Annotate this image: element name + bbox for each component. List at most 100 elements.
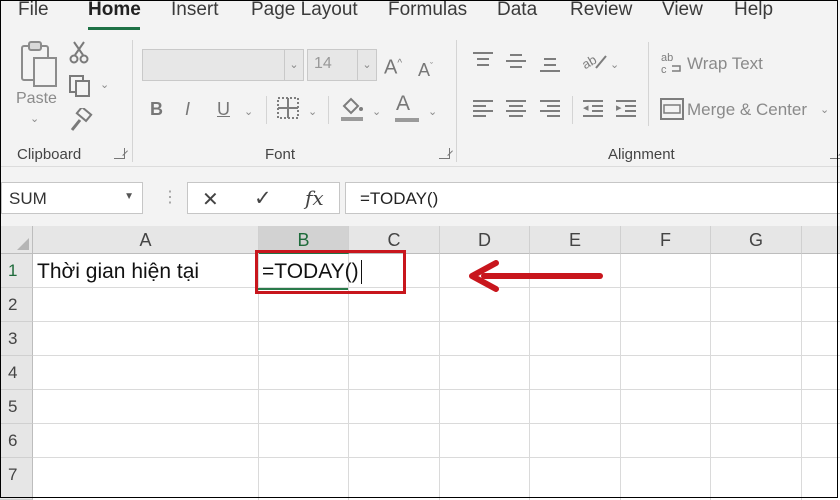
gridline xyxy=(620,254,621,500)
alignment-launcher-icon[interactable] xyxy=(830,148,840,159)
name-box[interactable]: SUM ▼ xyxy=(1,182,143,214)
formula-text: =TODAY() xyxy=(360,189,439,208)
select-all-button[interactable] xyxy=(0,226,33,254)
tab-formulas[interactable]: Formulas xyxy=(388,0,467,21)
row-header-6[interactable]: 6 xyxy=(0,424,33,458)
merge-center-label: Merge & Center xyxy=(687,100,807,119)
borders-dropdown-icon[interactable]: ⌄ xyxy=(308,105,317,118)
shrink-font-icon[interactable]: Aˇ xyxy=(418,56,433,80)
active-tab-indicator xyxy=(88,27,140,30)
gridline xyxy=(33,321,840,322)
alignment-group-label: Alignment xyxy=(608,146,675,163)
column-header-g[interactable]: G xyxy=(711,226,802,254)
row-header-1[interactable]: 1 xyxy=(0,254,33,288)
font-group-label: Font xyxy=(265,146,296,163)
row-header-7[interactable]: 7 xyxy=(0,458,33,500)
column-header-f[interactable]: F xyxy=(621,226,711,254)
top-align-icon[interactable] xyxy=(473,52,493,70)
highlight-box xyxy=(255,250,406,294)
underline-button[interactable]: U xyxy=(217,99,230,119)
format-painter-icon[interactable] xyxy=(68,108,94,134)
clipboard-group-label: Clipboard xyxy=(17,146,82,163)
grow-font-icon[interactable]: A^ xyxy=(384,54,402,78)
column-header-e[interactable]: E xyxy=(530,226,621,254)
row-header-5[interactable]: 5 xyxy=(0,390,33,424)
gridline xyxy=(33,355,840,356)
font-size-value: 14 xyxy=(314,55,332,72)
merge-dropdown-icon[interactable]: ⌄ xyxy=(820,103,829,116)
font-color-icon[interactable]: A xyxy=(396,93,410,114)
font-size-select[interactable]: 14 ⌄ xyxy=(307,49,377,81)
divider xyxy=(266,96,267,124)
column-header-a[interactable]: A xyxy=(33,226,259,254)
row-header-3[interactable]: 3 xyxy=(0,322,33,356)
cell-a1[interactable]: Thời gian hiện tại xyxy=(37,260,199,284)
increase-indent-icon[interactable]: ▸ xyxy=(616,100,636,118)
paste-dropdown-icon[interactable]: ⌄ xyxy=(30,112,39,125)
ribbon-tabs: File Home Insert Page Layout Formulas Da… xyxy=(0,0,840,32)
gridline xyxy=(33,423,840,424)
underline-dropdown-icon[interactable]: ⌄ xyxy=(244,105,253,118)
bold-button[interactable]: B xyxy=(150,99,163,119)
gridline xyxy=(710,254,711,500)
formula-input[interactable]: =TODAY() xyxy=(345,182,840,214)
cancel-icon[interactable]: ✕ xyxy=(202,187,219,212)
formula-bar-grip[interactable]: ⋮ xyxy=(162,187,178,207)
chevron-down-icon: ⌄ xyxy=(284,50,303,80)
svg-text:ab: ab xyxy=(661,52,673,64)
group-divider xyxy=(132,40,133,162)
font-color-dropdown-icon[interactable]: ⌄ xyxy=(428,105,437,118)
font-color-swatch xyxy=(395,118,419,122)
align-left-icon[interactable] xyxy=(473,100,493,118)
tab-page-layout[interactable]: Page Layout xyxy=(251,0,358,21)
column-header-d[interactable]: D xyxy=(440,226,530,254)
gridline xyxy=(801,254,802,500)
fx-icon[interactable]: fx xyxy=(305,186,324,210)
font-launcher-icon[interactable] xyxy=(439,148,450,159)
formula-bar-buttons: ✕ ✓ fx xyxy=(187,182,340,214)
fill-color-icon[interactable] xyxy=(338,94,366,122)
name-box-value: SUM xyxy=(9,189,47,208)
align-center-icon[interactable] xyxy=(506,100,526,118)
clipboard-launcher-icon[interactable] xyxy=(114,148,125,159)
formula-bar: SUM ▼ ⋮ ✕ ✓ fx =TODAY() xyxy=(0,166,840,227)
enter-icon[interactable]: ✓ xyxy=(254,186,272,211)
tab-help[interactable]: Help xyxy=(734,0,773,21)
merge-center-icon xyxy=(660,98,684,120)
orientation-icon[interactable]: ab xyxy=(580,50,608,74)
font-name-select[interactable]: ⌄ xyxy=(142,49,304,81)
svg-text:c: c xyxy=(661,64,667,75)
align-right-icon[interactable] xyxy=(540,100,560,118)
italic-button[interactable]: I xyxy=(185,99,190,119)
column-header-next[interactable] xyxy=(802,226,840,254)
row-header-2[interactable]: 2 xyxy=(0,288,33,322)
divider xyxy=(328,96,329,124)
borders-icon[interactable] xyxy=(276,96,300,120)
divider xyxy=(648,42,649,126)
middle-align-icon[interactable] xyxy=(506,54,526,72)
chevron-down-icon[interactable]: ▼ xyxy=(124,191,134,202)
fill-color-dropdown-icon[interactable]: ⌄ xyxy=(372,105,381,118)
copy-icon[interactable] xyxy=(68,74,92,98)
chevron-down-icon: ⌄ xyxy=(357,50,376,80)
row-header-4[interactable]: 4 xyxy=(0,356,33,390)
gridline xyxy=(439,254,440,500)
annotation-arrow xyxy=(469,260,603,292)
ribbon: Paste ⌄ ⌄ Clipboard ⌄ 14 ⌄ A^ Aˇ B I U ⌄… xyxy=(0,32,840,166)
tab-data[interactable]: Data xyxy=(497,0,537,21)
bottom-align-icon[interactable] xyxy=(540,58,560,76)
tab-insert[interactable]: Insert xyxy=(171,0,219,21)
tab-review[interactable]: Review xyxy=(570,0,632,21)
cut-icon[interactable] xyxy=(68,40,90,64)
wrap-text-icon: ab c xyxy=(661,52,681,75)
gridline xyxy=(33,389,840,390)
orientation-dropdown-icon[interactable]: ⌄ xyxy=(610,58,619,71)
gridline xyxy=(33,287,840,288)
divider xyxy=(572,96,573,124)
paste-icon xyxy=(21,41,57,87)
copy-dropdown-icon[interactable]: ⌄ xyxy=(100,78,109,91)
tab-view[interactable]: View xyxy=(662,0,703,21)
tab-file[interactable]: File xyxy=(18,0,49,21)
tab-home[interactable]: Home xyxy=(88,0,141,21)
decrease-indent-icon[interactable]: ◂ xyxy=(583,100,603,118)
